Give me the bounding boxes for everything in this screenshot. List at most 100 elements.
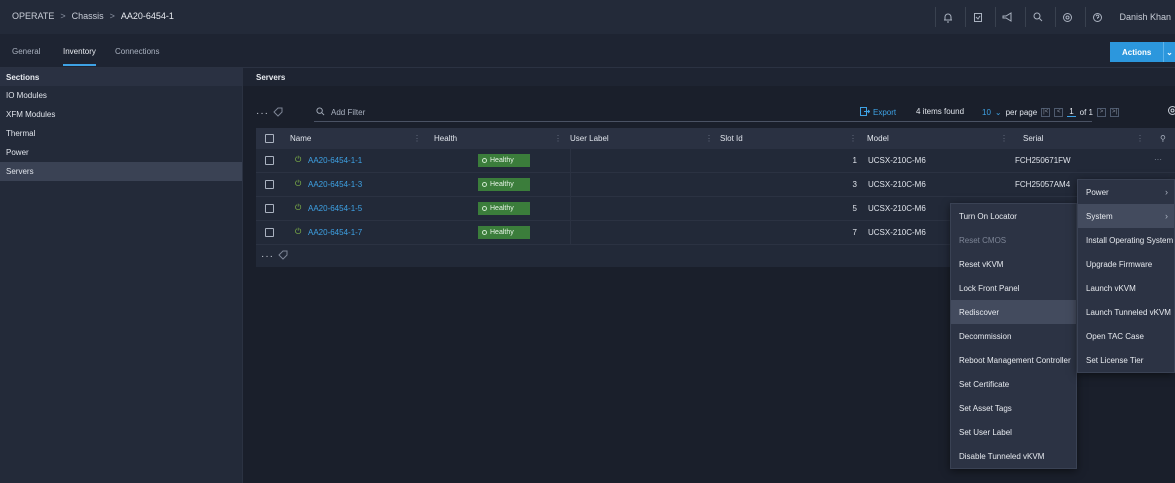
row-checkbox[interactable] xyxy=(265,228,274,237)
power-icon: ⏻ xyxy=(295,155,302,164)
column-name[interactable]: Name xyxy=(290,134,311,143)
menu-item-launch-tunneled-vkvm[interactable]: Launch Tunneled vKVM xyxy=(1078,300,1174,324)
healthy-icon xyxy=(482,230,487,235)
menu-item-install-os[interactable]: Install Operating System xyxy=(1078,228,1174,252)
sidebar-item-io-modules[interactable]: IO Modules xyxy=(0,86,242,105)
column-divider xyxy=(570,149,571,173)
clipboard-icon[interactable] xyxy=(965,7,989,27)
pagination: 10 ⌄ per page |< < 1 of 1 > >| xyxy=(982,107,1119,117)
pin-icon[interactable]: ⚲ xyxy=(1160,134,1166,143)
sidebar-item-power[interactable]: Power xyxy=(0,143,242,162)
search-icon[interactable] xyxy=(1025,7,1049,27)
sidebar-item-xfm-modules[interactable]: XFM Modules xyxy=(0,105,242,124)
table-row[interactable]: ⏻ AA20-6454-1-1 Healthy 1 UCSX-210C-M6 F… xyxy=(256,149,1175,173)
breadcrumb-current: AA20-6454-1 xyxy=(120,11,174,21)
server-name-link[interactable]: AA20-6454-1-1 xyxy=(308,156,362,165)
row-checkbox[interactable] xyxy=(265,180,274,189)
menu-item-disable-tunneled-vkvm[interactable]: Disable Tunneled vKVM xyxy=(951,444,1076,468)
breadcrumb-chassis[interactable]: Chassis xyxy=(72,11,104,21)
healthy-icon xyxy=(482,182,487,187)
per-page-select[interactable]: 10 xyxy=(982,108,991,117)
menu-item-launch-vkvm[interactable]: Launch vKVM xyxy=(1078,276,1174,300)
tab-general[interactable]: General xyxy=(12,47,40,56)
sidebar-heading: Sections xyxy=(0,68,242,86)
tab-bar: General Inventory Connections xyxy=(0,34,1175,68)
tag-icon[interactable] xyxy=(273,107,283,119)
table-row[interactable]: ⏻ AA20-6454-1-3 Healthy 3 UCSX-210C-M6 F… xyxy=(256,173,1175,197)
more-options-icon[interactable]: ··· xyxy=(261,251,274,262)
menu-item-reboot-management-controller[interactable]: Reboot Management Controller xyxy=(951,348,1076,372)
column-resize-handle[interactable]: ⋮ xyxy=(413,134,421,143)
column-serial[interactable]: Serial xyxy=(1023,134,1043,143)
column-divider xyxy=(570,221,571,245)
menu-item-reset-vkvm[interactable]: Reset vKVM xyxy=(951,252,1076,276)
megaphone-icon[interactable] xyxy=(995,7,1019,27)
help-icon[interactable] xyxy=(1085,7,1109,27)
health-label: Healthy xyxy=(490,229,514,236)
more-options-icon[interactable]: ··· xyxy=(256,108,269,119)
sidebar-item-thermal[interactable]: Thermal xyxy=(0,124,242,143)
menu-item-power[interactable]: Power › xyxy=(1078,180,1174,204)
menu-item-decommission[interactable]: Decommission xyxy=(951,324,1076,348)
tag-icon[interactable] xyxy=(278,250,288,262)
breadcrumb-separator: > xyxy=(60,11,66,21)
health-label: Healthy xyxy=(490,205,514,212)
column-resize-handle[interactable]: ⋮ xyxy=(705,134,713,143)
actions-button[interactable]: Actions ⌄ xyxy=(1110,42,1175,62)
column-slot-id[interactable]: Slot Id xyxy=(720,134,743,143)
select-all-checkbox[interactable] xyxy=(265,134,274,143)
row-checkbox[interactable] xyxy=(265,156,274,165)
tab-inventory[interactable]: Inventory xyxy=(63,47,96,56)
filter-input[interactable]: Add Filter xyxy=(314,104,1092,122)
items-found-count: 4 items found xyxy=(916,107,965,116)
last-page-button[interactable]: >| xyxy=(1110,107,1119,117)
slot-id: 5 xyxy=(852,204,857,213)
menu-item-turn-on-locator[interactable]: Turn On Locator xyxy=(951,204,1076,228)
menu-item-rediscover[interactable]: Rediscover xyxy=(951,300,1076,324)
page-number-input[interactable]: 1 xyxy=(1067,107,1076,117)
menu-item-set-license-tier[interactable]: Set License Tier xyxy=(1078,348,1174,372)
top-icon-group: Danish Khan xyxy=(929,0,1175,34)
menu-item-set-asset-tags[interactable]: Set Asset Tags xyxy=(951,396,1076,420)
table-toolbar: ··· Add Filter Export 4 items found 10 ⌄… xyxy=(256,104,1175,122)
menu-item-system-label: System xyxy=(1086,211,1113,221)
sidebar-item-servers[interactable]: Servers xyxy=(0,162,242,181)
menu-item-set-certificate[interactable]: Set Certificate xyxy=(951,372,1076,396)
server-name-link[interactable]: AA20-6454-1-3 xyxy=(308,180,362,189)
column-resize-handle[interactable]: ⋮ xyxy=(1136,134,1144,143)
server-name-link[interactable]: AA20-6454-1-7 xyxy=(308,228,362,237)
slot-id: 3 xyxy=(852,180,857,189)
export-button[interactable]: Export xyxy=(860,107,896,118)
column-resize-handle[interactable]: ⋮ xyxy=(1000,134,1008,143)
status-badge: Healthy xyxy=(478,178,530,191)
menu-item-lock-front-panel[interactable]: Lock Front Panel xyxy=(951,276,1076,300)
settings-icon[interactable] xyxy=(1167,105,1175,119)
column-resize-handle[interactable]: ⋮ xyxy=(849,134,857,143)
server-name-link[interactable]: AA20-6454-1-5 xyxy=(308,204,362,213)
menu-item-upgrade-firmware[interactable]: Upgrade Firmware xyxy=(1078,252,1174,276)
column-health[interactable]: Health xyxy=(434,134,457,143)
menu-item-open-tac-case[interactable]: Open TAC Case xyxy=(1078,324,1174,348)
row-actions-icon[interactable]: ··· xyxy=(1154,155,1162,164)
user-menu[interactable]: Danish Khan xyxy=(1119,12,1175,22)
row-checkbox[interactable] xyxy=(265,204,274,213)
prev-page-button[interactable]: < xyxy=(1054,107,1064,117)
settings-icon[interactable] xyxy=(1055,7,1079,27)
column-user-label[interactable]: User Label xyxy=(570,134,609,143)
slot-id: 1 xyxy=(852,156,857,165)
menu-item-power-label: Power xyxy=(1086,187,1109,197)
sections-sidebar: Sections IO Modules XFM Modules Thermal … xyxy=(0,68,243,483)
status-badge: Healthy xyxy=(478,154,530,167)
first-page-button[interactable]: |< xyxy=(1041,107,1051,117)
next-page-button[interactable]: > xyxy=(1097,107,1106,117)
column-model[interactable]: Model xyxy=(867,134,889,143)
chevron-down-icon[interactable]: ⌄ xyxy=(995,108,1002,117)
chevron-down-icon[interactable]: ⌄ xyxy=(1163,42,1175,62)
menu-item-system[interactable]: System › xyxy=(1078,204,1174,228)
bell-icon[interactable] xyxy=(935,7,959,27)
menu-item-set-user-label[interactable]: Set User Label xyxy=(951,420,1076,444)
column-resize-handle[interactable]: ⋮ xyxy=(554,134,562,143)
breadcrumb-operate[interactable]: OPERATE xyxy=(12,11,54,21)
breadcrumb: OPERATE > Chassis > AA20-6454-1 xyxy=(12,11,174,21)
tab-connections[interactable]: Connections xyxy=(115,47,159,56)
